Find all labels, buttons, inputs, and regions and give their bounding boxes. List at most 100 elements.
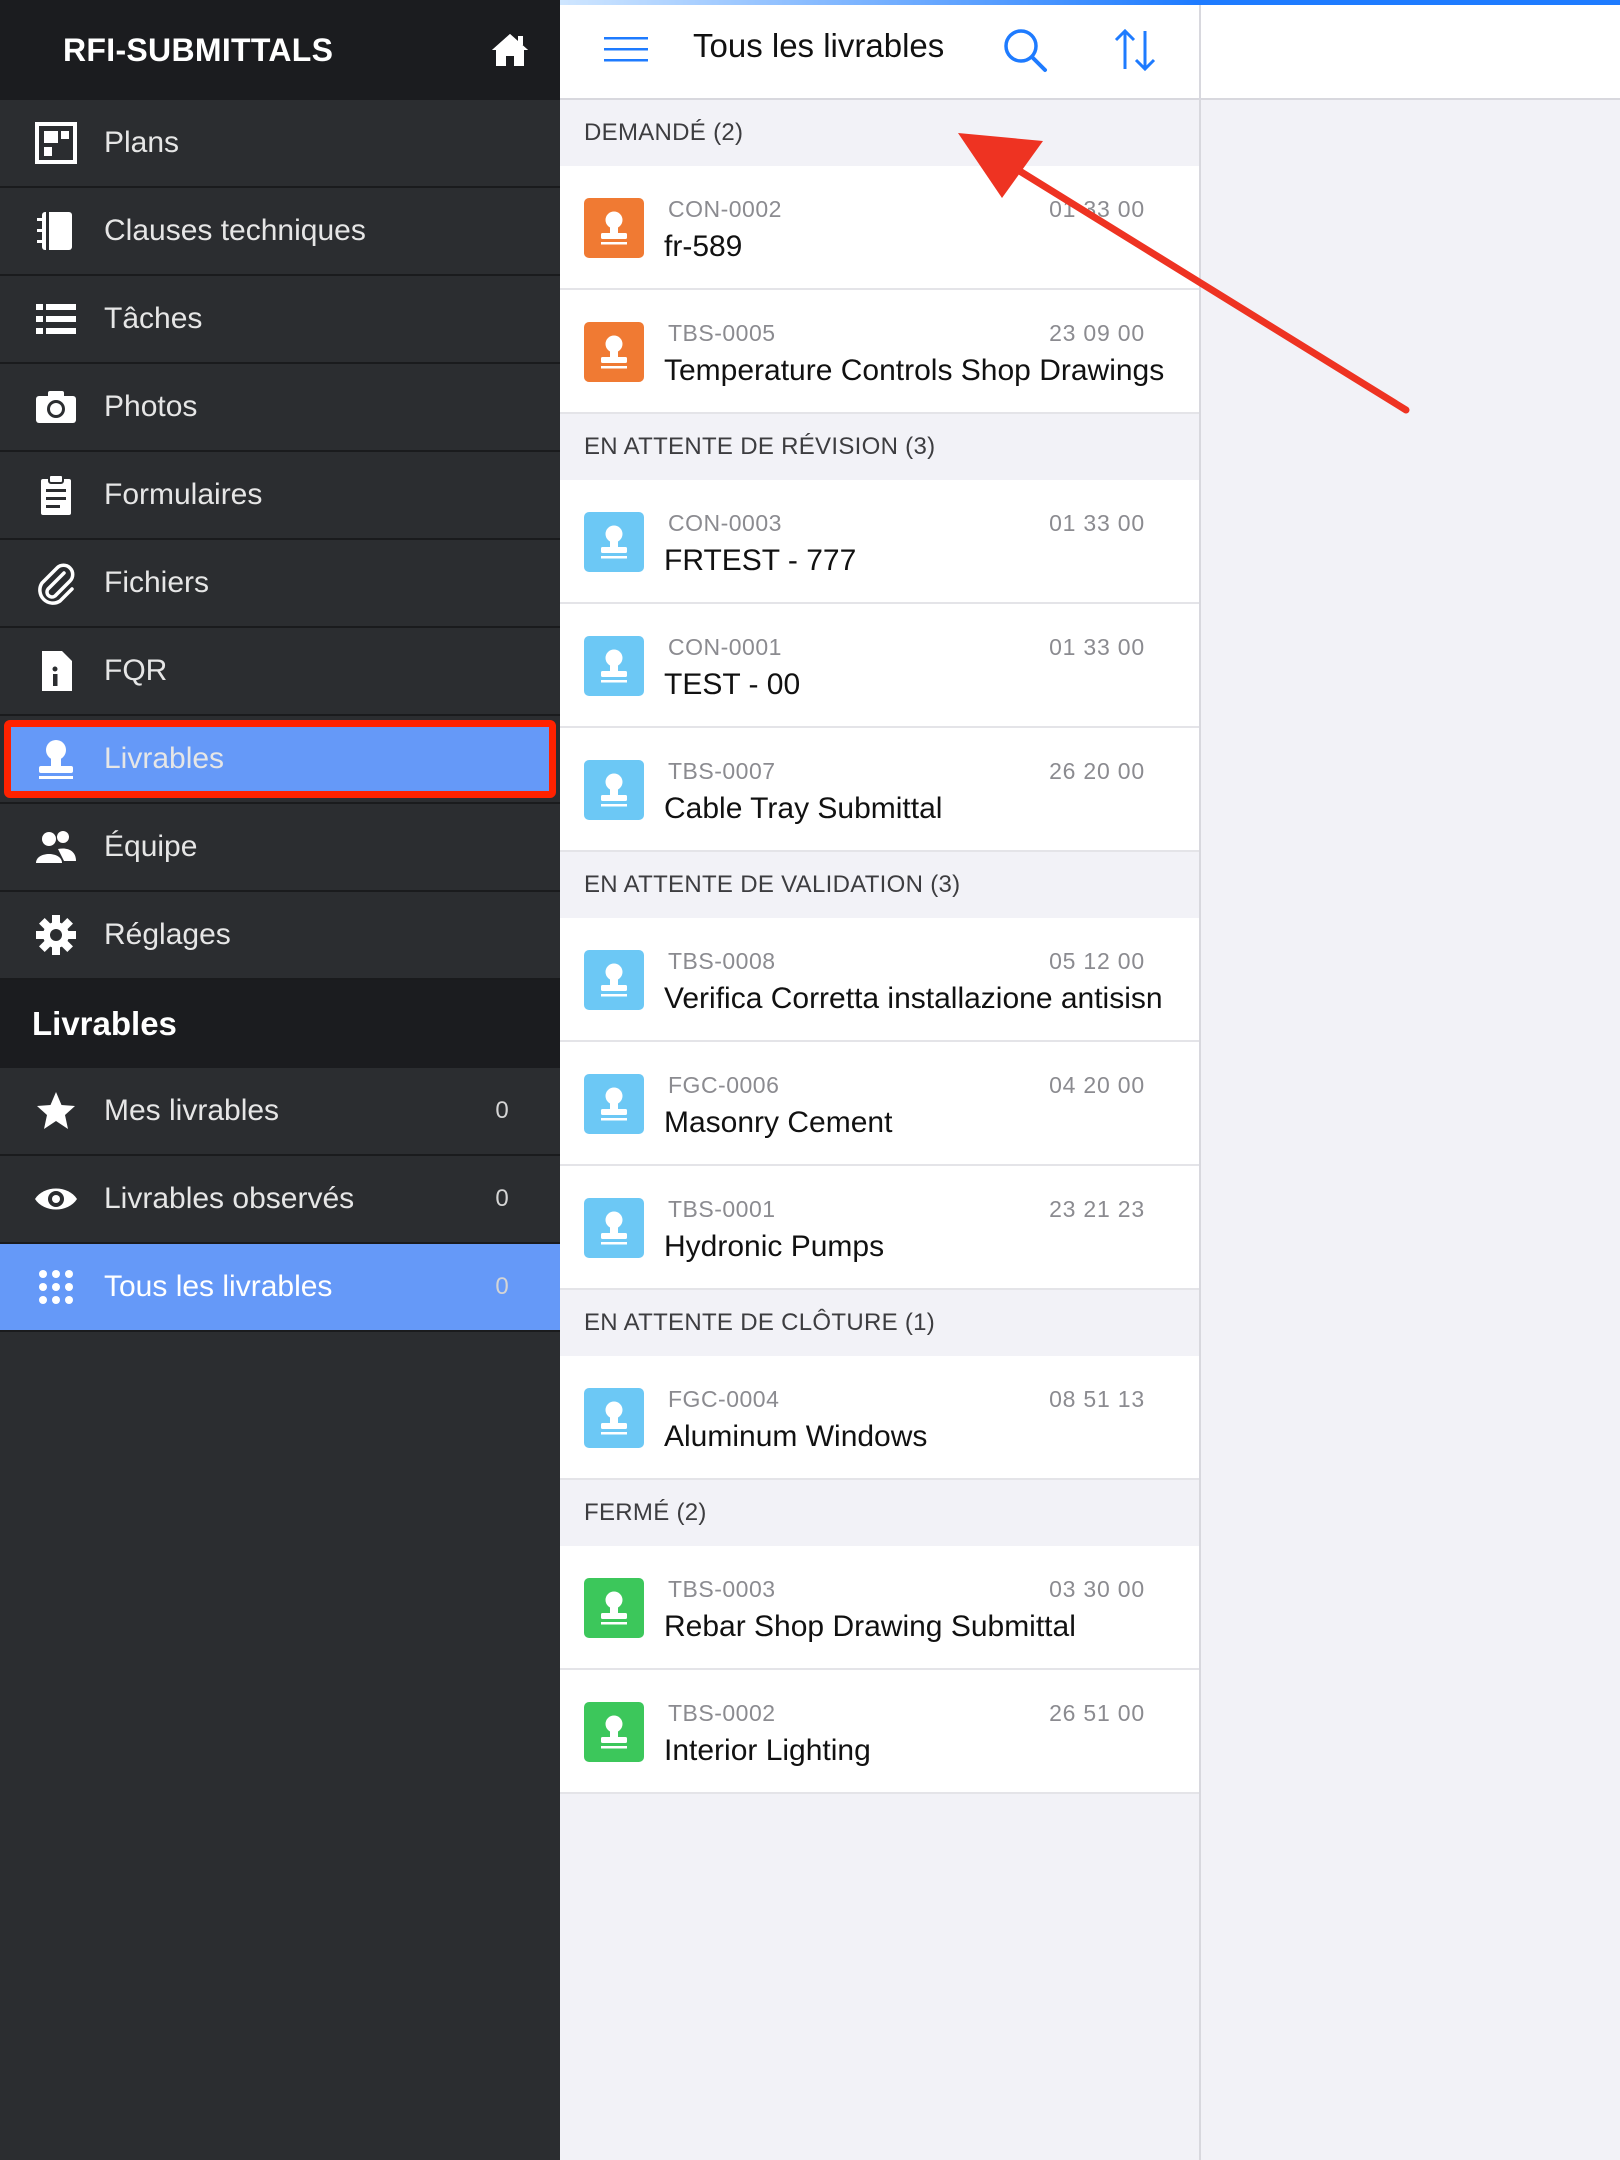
stamp-icon [584,322,644,382]
sidebar-item-label: Plans [104,126,180,159]
submittal-title: Cable Tray Submittal [664,792,943,825]
count-badge: 0 [495,1097,509,1124]
hamburger-menu-icon[interactable] [604,30,648,70]
sidebar-item-livrables-observes[interactable]: Livrables observés 0 [0,1156,560,1244]
submittal-code: TBS-0007 [668,758,776,784]
group-header: EN ATTENTE DE VALIDATION (3) [560,852,1199,918]
submittal-title: Aluminum Windows [664,1420,928,1453]
sidebar-item-label: Réglages [104,918,231,951]
grid-dots-icon [28,1243,84,1331]
sidebar-item-tous-les-livrables[interactable]: Tous les livrables 0 [0,1244,560,1332]
stamp-icon [584,1198,644,1258]
submittal-title: Interior Lighting [664,1734,871,1767]
detail-toolbar [1201,0,1620,100]
stamp-icon [584,512,644,572]
submittal-code: TBS-0002 [668,1700,776,1726]
star-icon [28,1067,84,1155]
submittal-code: CON-0003 [668,510,782,536]
camera-icon [28,363,84,451]
submittal-title: Verifica Corretta installazione antisisn [664,982,1163,1015]
section-title: Livrables [0,980,560,1068]
submittal-code: CON-0002 [668,196,782,222]
count-badge: 0 [495,1185,509,1212]
notebook-icon [28,187,84,275]
sidebar-item-label: Clauses techniques [104,214,366,247]
spec-section: 23 09 00 [1049,320,1145,346]
stamp-icon [584,1578,644,1638]
sidebar-item-taches[interactable]: Tâches [0,276,560,364]
sidebar-item-label: Photos [104,390,198,423]
stamp-icon [584,1702,644,1762]
list-icon [28,275,84,363]
submittal-code: TBS-0008 [668,948,776,974]
submittal-row[interactable]: TBS-0007 26 20 00 Cable Tray Submittal [560,728,1199,852]
clipboard-icon [28,451,84,539]
group-header: EN ATTENTE DE CLÔTURE (1) [560,1290,1199,1356]
submittal-row[interactable]: TBS-0008 05 12 00 Verifica Corretta instal… [560,918,1199,1042]
submittal-row[interactable]: TBS-0001 23 21 23 Hydronic Pumps [560,1166,1199,1290]
info-document-icon [28,627,84,715]
gear-icon [28,891,84,979]
submittal-row[interactable]: CON-0001 01 33 00 TEST - 00 [560,604,1199,728]
group-header: EN ATTENTE DE RÉVISION (3) [560,414,1199,480]
sidebar-item-reglages[interactable]: Réglages [0,892,560,980]
submittal-title: TEST - 00 [664,668,801,701]
count-badge: 0 [495,1273,509,1300]
submittal-code: CON-0001 [668,634,782,660]
app-title: RFI-SUBMITTALS [63,31,334,68]
stamp-icon [584,1388,644,1448]
submittal-title: fr-589 [664,230,743,263]
spec-section: 03 30 00 [1049,1576,1145,1602]
sidebar-item-label: FQR [104,654,168,687]
group-header: DEMANDÉ (2) [560,100,1199,166]
spec-section: 01 33 00 [1049,196,1145,222]
submittal-row[interactable]: FGC-0006 04 20 00 Masonry Cement [560,1042,1199,1166]
sidebar-item-formulaires[interactable]: Formulaires [0,452,560,540]
spec-section: 04 20 00 [1049,1072,1145,1098]
sidebar-item-clauses-techniques[interactable]: Clauses techniques [0,188,560,276]
stamp-icon [584,950,644,1010]
home-icon[interactable] [490,30,530,70]
submittal-row[interactable]: TBS-0003 03 30 00 Rebar Shop Drawing Submi… [560,1546,1199,1670]
sidebar-item-livrables[interactable]: Livrables [0,716,560,804]
detail-panel [1201,0,1620,2160]
sidebar-item-label: Formulaires [104,478,263,511]
list-toolbar: Tous les livrables [560,0,1199,100]
submittal-row[interactable]: FGC-0004 08 51 13 Aluminum Windows [560,1356,1199,1480]
sidebar-header: RFI-SUBMITTALS [0,0,560,100]
submittal-row[interactable]: TBS-0005 23 09 00 Temperature Controls Sho… [560,290,1199,414]
stamp-icon [584,760,644,820]
submittal-code: TBS-0001 [668,1196,776,1222]
sidebar-item-label: Mes livrables [104,1094,280,1127]
sidebar-item-label: Tâches [104,302,203,335]
eye-icon [28,1155,84,1243]
sort-icon[interactable] [1110,25,1160,75]
sidebar-item-label: Fichiers [104,566,210,599]
submittal-code: FGC-0006 [668,1072,780,1098]
paperclip-icon [28,539,84,627]
spec-section: 01 33 00 [1049,510,1145,536]
stamp-icon [584,636,644,696]
sidebar-item-fqr[interactable]: FQR [0,628,560,716]
sidebar-item-photos[interactable]: Photos [0,364,560,452]
stamp-icon [584,198,644,258]
spec-section: 08 51 13 [1049,1386,1145,1412]
spec-section: 05 12 00 [1049,948,1145,974]
stamp-icon [584,1074,644,1134]
submittal-row[interactable]: TBS-0002 26 51 00 Interior Lighting [560,1670,1199,1794]
spec-section: 23 21 23 [1049,1196,1145,1222]
search-icon[interactable] [1000,25,1050,75]
submittal-row[interactable]: CON-0002 01 33 00 fr-589 [560,166,1199,290]
sidebar-item-label: Équipe [104,830,198,863]
stamp-icon [28,715,84,803]
sidebar-item-equipe[interactable]: Équipe [0,804,560,892]
sidebar-item-fichiers[interactable]: Fichiers [0,540,560,628]
submittal-title: Hydronic Pumps [664,1230,885,1263]
sidebar-item-label: Tous les livrables [104,1270,333,1303]
sidebar: RFI-SUBMITTALS Plans Clauses techniques Tâ… [0,0,560,2160]
sidebar-item-label: Livrables [104,742,225,775]
submittal-row[interactable]: CON-0003 01 33 00 FRTEST - 777 [560,480,1199,604]
submittal-code: TBS-0003 [668,1576,776,1602]
sidebar-item-plans[interactable]: Plans [0,100,560,188]
sidebar-item-mes-livrables[interactable]: Mes livrables 0 [0,1068,560,1156]
